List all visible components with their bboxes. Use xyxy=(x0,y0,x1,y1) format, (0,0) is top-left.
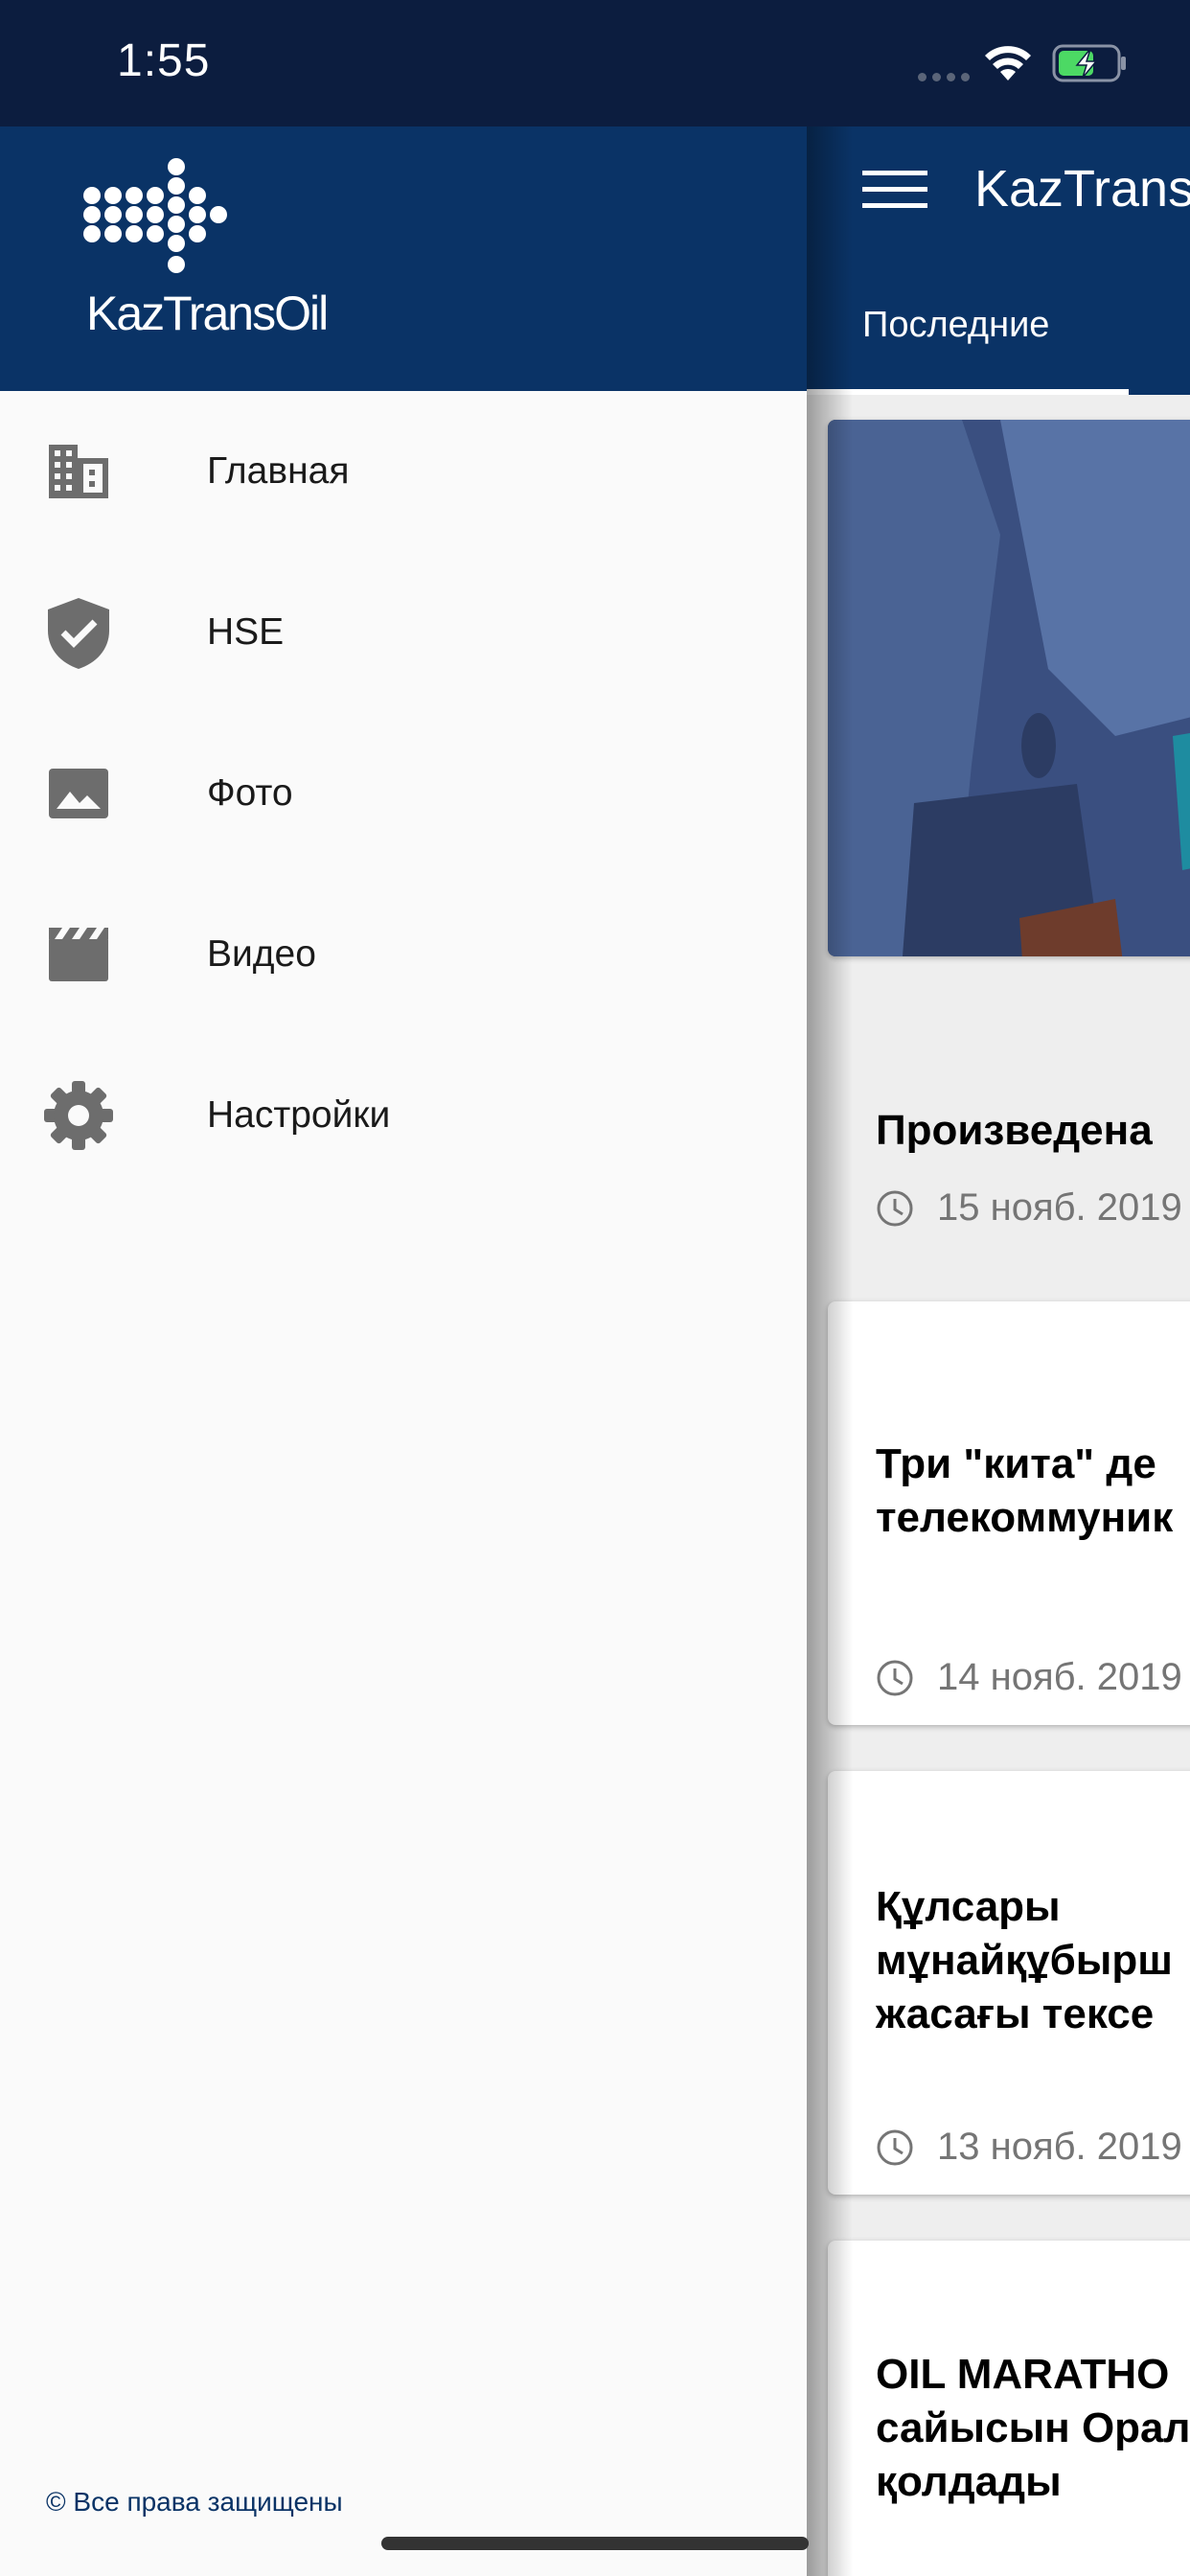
drawer-shadow xyxy=(807,126,853,2576)
photo-icon xyxy=(42,757,115,830)
news-card-date: 14 нояб. 2019 xyxy=(876,1656,1182,1699)
main-content: KazTransOil Последние Произведена 15 ноя… xyxy=(807,126,1190,2576)
drawer-item-home[interactable]: Главная xyxy=(0,391,807,552)
battery-charging-icon xyxy=(1052,44,1126,82)
video-clapper-icon xyxy=(42,918,115,991)
navigation-drawer: KazTransOil Главная HSE Фото Видео Настр… xyxy=(0,126,807,2576)
news-card-date-text: 13 нояб. 2019 xyxy=(937,2126,1182,2168)
drawer-item-hse[interactable]: HSE xyxy=(0,552,807,713)
news-card-title: Произведена xyxy=(876,1107,1153,1154)
news-card-title: Три "кита" де телекоммуник xyxy=(876,1440,1174,1541)
news-card-date-text: 15 нояб. 2019 xyxy=(937,1186,1182,1229)
drawer-item-label: HSE xyxy=(207,611,285,653)
news-card[interactable] xyxy=(828,420,1190,956)
news-card-title: OIL MARATHO сайысын Орал қолдады xyxy=(876,2351,1190,2505)
drawer-header: KazTransOil xyxy=(0,126,807,391)
drawer-item-label: Видео xyxy=(207,933,316,975)
kaztransoil-logo-icon xyxy=(83,158,227,273)
drawer-item-settings[interactable]: Настройки xyxy=(0,1035,807,1196)
clock-icon xyxy=(877,2129,913,2165)
hamburger-menu-icon[interactable] xyxy=(862,169,927,211)
status-time: 1:55 xyxy=(117,35,211,86)
gear-icon xyxy=(42,1079,115,1152)
app-title: KazTransOil xyxy=(974,160,1190,218)
news-card-date: 15 нояб. 2019 xyxy=(876,1186,1182,1230)
status-bar: 1:55 xyxy=(0,0,1190,126)
clock-icon xyxy=(877,1660,913,1695)
news-photo xyxy=(828,420,1190,956)
drawer-item-photo[interactable]: Фото xyxy=(0,713,807,874)
app-bar: KazTransOil Последние xyxy=(807,126,1190,395)
tab-recent[interactable]: Последние xyxy=(862,305,1049,346)
logo-text: KazTransOil xyxy=(86,287,329,340)
shield-check-icon xyxy=(42,596,115,669)
cellular-signal-icon xyxy=(918,73,970,81)
wifi-icon xyxy=(985,46,1031,80)
home-indicator[interactable] xyxy=(381,2537,809,2550)
news-card-title: Құлсары мұнайқұбырш жасағы тексе xyxy=(876,1883,1173,2037)
clock-icon xyxy=(877,1190,913,1226)
news-card-date-text: 14 нояб. 2019 xyxy=(937,1656,1182,1698)
tab-indicator xyxy=(807,389,1129,395)
drawer-item-video[interactable]: Видео xyxy=(0,874,807,1035)
building-icon xyxy=(42,435,115,508)
news-card-date: 13 нояб. 2019 xyxy=(876,2126,1182,2169)
drawer-item-label: Главная xyxy=(207,450,350,492)
drawer-item-label: Настройки xyxy=(207,1094,391,1136)
drawer-item-label: Фото xyxy=(207,772,293,814)
copyright-text: © Все права защищены xyxy=(46,2487,343,2517)
